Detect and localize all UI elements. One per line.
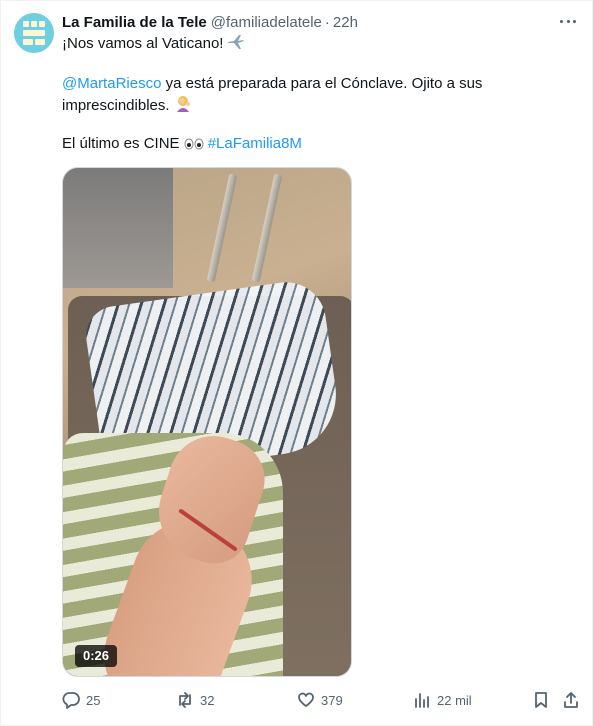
views-chart-icon	[415, 693, 429, 708]
more-options-icon[interactable]	[558, 13, 578, 29]
tweet-text: ¡Nos vamos al Vaticano!	[62, 35, 224, 52]
tweet-text: imprescindibles.	[62, 97, 170, 114]
eyes-icon	[184, 136, 204, 156]
tweet-timestamp[interactable]: 22h	[333, 14, 358, 31]
hashtag-link[interactable]: #LaFamilia8M	[208, 135, 302, 152]
like-count: 379	[321, 692, 343, 708]
tweet-text: El último es CINE	[62, 135, 180, 152]
person-tipping-hand-icon	[174, 94, 192, 118]
tweet-header: La Familia de la Tele @familiadelatele ·…	[62, 12, 358, 32]
reply-button[interactable]: 25	[62, 689, 100, 711]
tweet-text-line-3: imprescindibles.	[62, 94, 577, 118]
retweet-button[interactable]: 32	[176, 689, 214, 711]
video-frame-detail	[206, 173, 238, 283]
video-frame-background	[63, 168, 173, 288]
tweet-text-line-1: ¡Nos vamos al Vaticano!	[62, 34, 577, 56]
reply-count: 25	[86, 692, 101, 708]
author-name[interactable]: La Familia de la Tele	[62, 14, 207, 31]
mention-link[interactable]: @MartaRiesco	[62, 75, 161, 92]
la-familia-logo-icon	[23, 21, 45, 45]
share-button[interactable]	[562, 689, 580, 711]
retweet-count: 32	[200, 692, 215, 708]
tweet-text-line-4: El último es CINE #LaFamilia8M	[62, 134, 577, 156]
airplane-icon	[227, 34, 245, 56]
tweet-text: ya está preparada para el Cónclave. Ojit…	[161, 75, 483, 92]
share-icon	[564, 692, 578, 708]
heart-icon	[298, 692, 314, 707]
video-duration-badge: 0:26	[75, 645, 118, 667]
reply-icon	[62, 692, 80, 709]
header-separator: ·	[324, 13, 330, 31]
action-bar: 25 32 379 22 mil	[62, 689, 582, 711]
views-button[interactable]: 22 mil	[413, 689, 472, 711]
author-handle[interactable]: @familiadelatele	[211, 14, 322, 31]
like-button[interactable]: 379	[297, 689, 343, 711]
bookmark-button[interactable]	[532, 689, 550, 711]
retweet-icon	[179, 692, 191, 708]
avatar[interactable]	[14, 13, 54, 53]
view-count: 22 mil	[437, 692, 472, 708]
bookmark-icon	[535, 692, 547, 708]
video-frame-detail	[251, 173, 283, 283]
video-player[interactable]: 0:26	[62, 167, 352, 677]
tweet-text-line-2: @MartaRiesco ya está preparada para el C…	[62, 74, 577, 94]
tweet-card[interactable]: La Familia de la Tele @familiadelatele ·…	[0, 0, 593, 726]
